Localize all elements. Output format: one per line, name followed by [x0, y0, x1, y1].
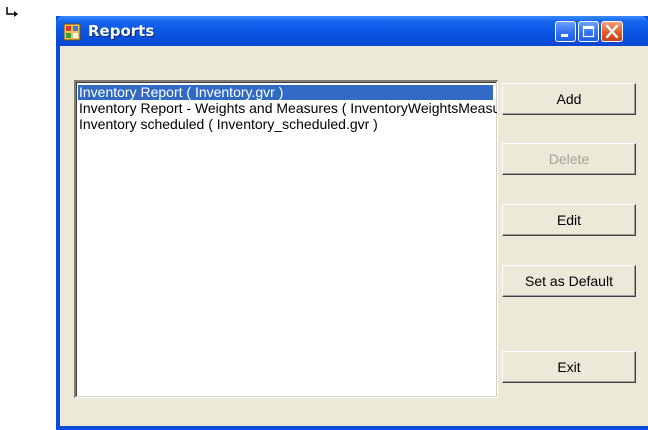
list-item[interactable]: Inventory Report - Weights and Measures … [78, 101, 497, 116]
cursor-arrow-icon [6, 7, 18, 17]
app-icon [63, 23, 81, 41]
delete-button[interactable]: Delete [502, 143, 636, 175]
add-button[interactable]: Add [502, 83, 636, 115]
dialog-client-area: Inventory Report ( Inventory.gvr ) Inven… [60, 46, 648, 426]
close-icon [605, 24, 619, 39]
edit-button[interactable]: Edit [502, 204, 636, 236]
close-button[interactable] [601, 21, 623, 42]
reports-list[interactable]: Inventory Report ( Inventory.gvr ) Inven… [74, 80, 498, 398]
list-item[interactable]: Inventory Report ( Inventory.gvr ) [78, 85, 493, 100]
minimize-button[interactable] [555, 21, 576, 42]
maximize-icon [582, 25, 595, 38]
exit-button[interactable]: Exit [502, 351, 636, 383]
reports-window: Reports Inventory Report ( Inventory.gvr… [56, 16, 648, 430]
window-title: Reports [88, 22, 155, 40]
title-bar[interactable]: Reports [56, 16, 648, 46]
maximize-button[interactable] [578, 21, 599, 42]
minimize-icon [561, 34, 568, 37]
set-as-default-button[interactable]: Set as Default [502, 265, 636, 297]
list-item[interactable]: Inventory scheduled ( Inventory_schedule… [78, 117, 378, 132]
